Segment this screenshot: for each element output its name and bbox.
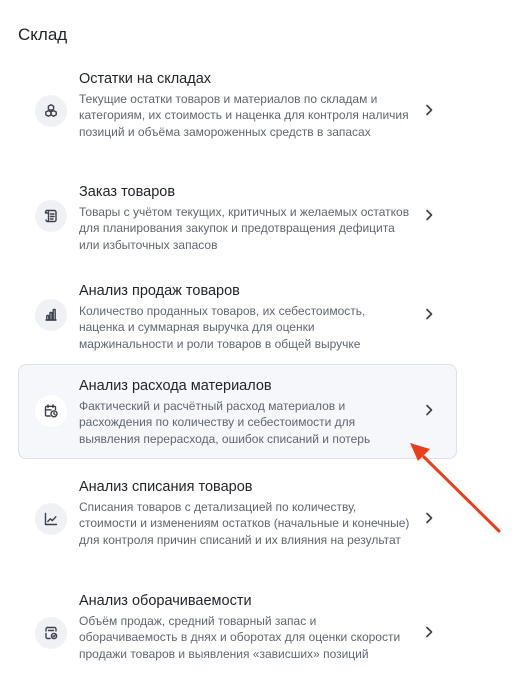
chevron-right-icon (424, 208, 434, 222)
report-item-order-goods[interactable]: Заказ товаров Товары с учётом текущих, к… (18, 174, 457, 264)
item-description: Фактический и расчётный расход материало… (79, 399, 371, 446)
report-item-write-offs[interactable]: Анализ списания товаров Списания товаров… (18, 470, 457, 572)
page-title: Склад (18, 25, 68, 44)
order-list-icon (35, 200, 67, 232)
turnover-icon (35, 617, 67, 649)
item-title: Остатки на складах (79, 71, 212, 87)
item-title: Заказ товаров (79, 184, 176, 200)
item-title: Анализ расхода материалов (79, 378, 272, 394)
report-item-turnover[interactable]: Анализ оборачиваемости Объём продаж, сре… (18, 584, 457, 686)
item-description: Объём продаж, средний товарный запас и о… (79, 614, 401, 661)
report-item-stock-balances[interactable]: Остатки на складах Текущие остатки товар… (18, 62, 457, 164)
report-item-sales-analysis[interactable]: Анализ продаж товаров Количество проданн… (18, 274, 457, 362)
item-description: Списания товаров с детализацией по колич… (79, 500, 410, 547)
item-description: Количество проданных товаров, их себесто… (79, 304, 366, 351)
report-item-material-consumption[interactable]: Анализ расхода материалов Фактический и … (18, 364, 457, 459)
item-description: Товары с учётом текущих, критичных и жел… (79, 205, 410, 252)
item-title: Анализ списания товаров (79, 479, 253, 495)
calendar-clock-icon (35, 395, 67, 427)
item-description: Текущие остатки товаров и материалов по … (79, 92, 409, 139)
item-title: Анализ продаж товаров (79, 283, 240, 299)
chevron-right-icon (424, 403, 434, 417)
chevron-right-icon (424, 511, 434, 525)
item-title: Анализ оборачиваемости (79, 593, 252, 609)
chevron-right-icon (424, 103, 434, 117)
boxes-stack-icon (35, 95, 67, 127)
line-chart-icon (35, 503, 67, 535)
chevron-right-icon (424, 307, 434, 321)
chevron-right-icon (424, 625, 434, 639)
bar-chart-icon (35, 299, 67, 331)
